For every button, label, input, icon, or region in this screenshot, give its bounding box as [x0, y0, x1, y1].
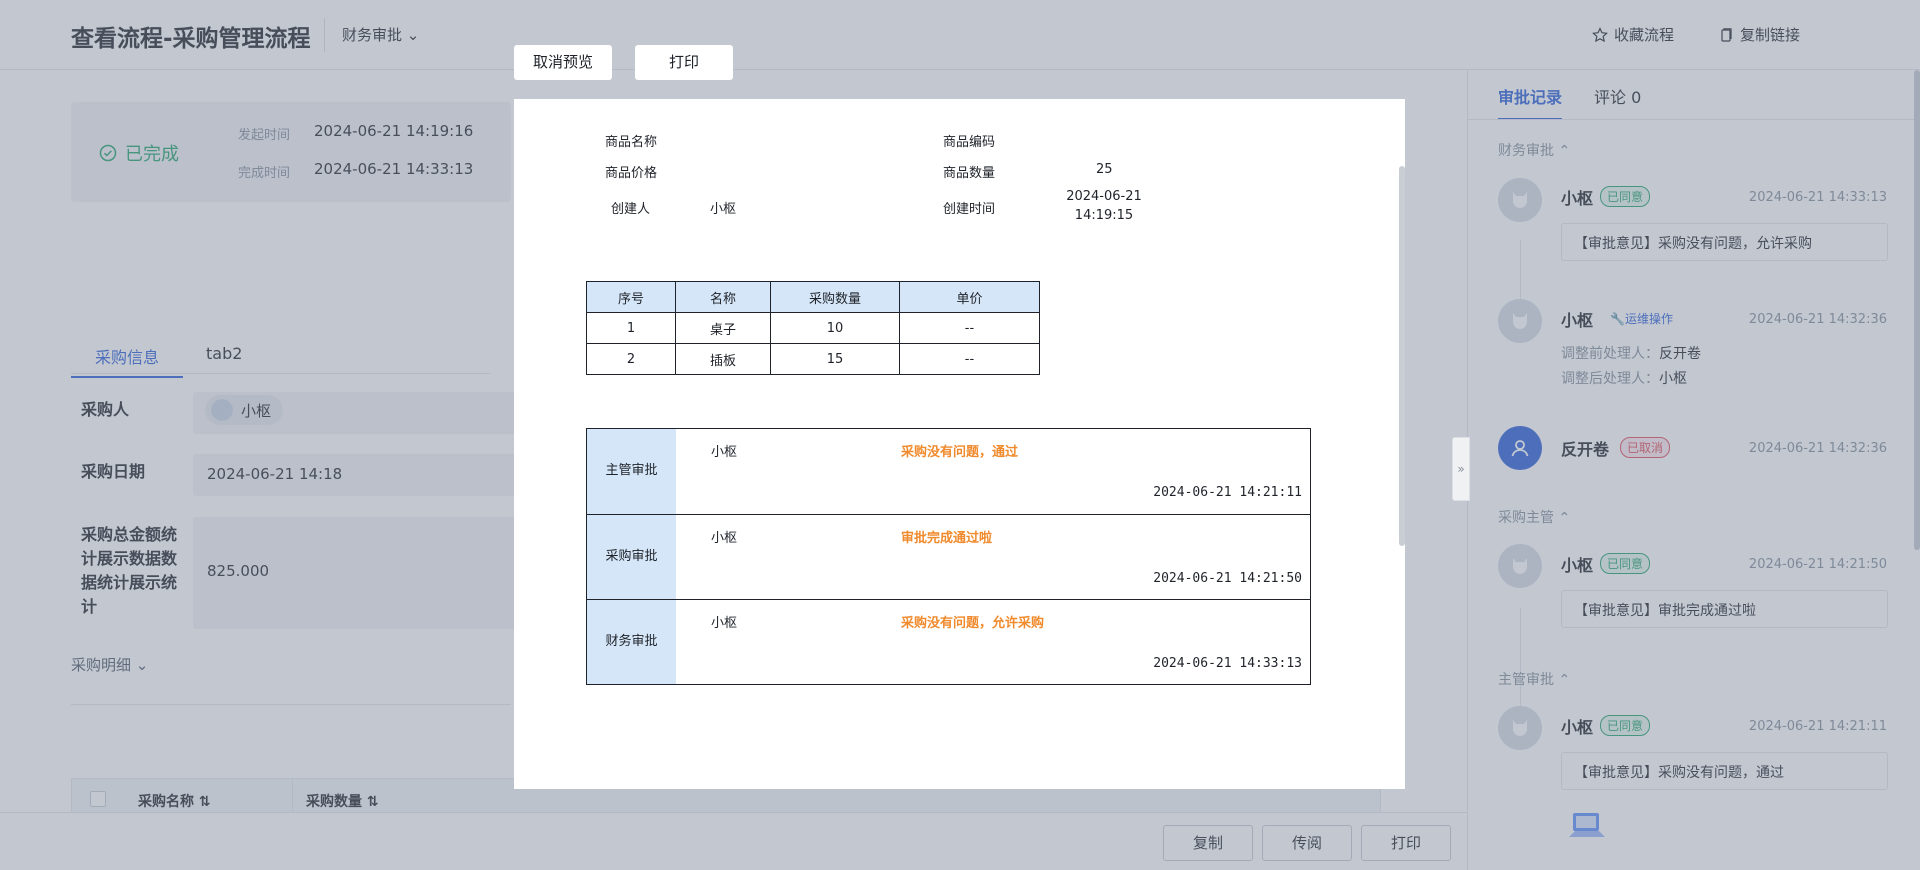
table-cell: -- — [899, 312, 1040, 344]
approval-opinion: 采购没有问题，通过 — [901, 445, 1019, 460]
approval-opinion: 审批完成通过啦 — [901, 531, 993, 546]
approval-node: 财务审批 — [587, 600, 676, 684]
column-header: 单价 — [899, 281, 1040, 313]
table-cell: 插板 — [675, 343, 771, 375]
product-code-label: 商品编码 — [943, 135, 996, 150]
table-row: 1 桌子 10 -- — [586, 312, 1040, 344]
approval-row: 财务审批 小枢 采购没有问题，允许采购 2024-06-21 14:33:13 — [587, 599, 1310, 684]
created-time-label: 创建时间 — [943, 202, 996, 217]
creator-value: 小枢 — [710, 202, 737, 217]
created-date-value: 2024-06-21 — [1066, 189, 1142, 204]
print-preview-page: 商品名称 商品编码 商品价格 商品数量 25 创建人 小枢 创建时间 2024-… — [514, 99, 1405, 789]
approval-person: 小枢 — [711, 531, 738, 546]
approval-node: 主管审批 — [587, 429, 676, 514]
column-header: 名称 — [675, 281, 771, 313]
product-price-label: 商品价格 — [605, 166, 658, 181]
table-cell: 15 — [770, 343, 900, 375]
table-cell: 1 — [586, 312, 676, 344]
collapse-panel-button[interactable]: » — [1452, 437, 1470, 501]
table-cell: 桌子 — [675, 312, 771, 344]
product-name-label: 商品名称 — [605, 135, 658, 150]
column-header: 采购数量 — [770, 281, 900, 313]
approval-node: 采购审批 — [587, 515, 676, 599]
table-row: 2 插板 15 -- — [586, 343, 1040, 375]
approval-person: 小枢 — [711, 616, 738, 631]
column-header: 序号 — [586, 281, 676, 313]
cancel-preview-button[interactable]: 取消预览 — [514, 45, 612, 80]
double-chevron-right-icon: » — [1457, 462, 1465, 476]
approval-time: 2024-06-21 14:33:13 — [1153, 656, 1302, 671]
approval-person: 小枢 — [711, 445, 738, 460]
product-qty-label: 商品数量 — [943, 166, 996, 181]
approval-time: 2024-06-21 14:21:50 — [1153, 571, 1302, 586]
table-cell: 2 — [586, 343, 676, 375]
approval-time: 2024-06-21 14:21:11 — [1153, 485, 1302, 500]
approval-row: 主管审批 小枢 采购没有问题，通过 2024-06-21 14:21:11 — [587, 429, 1310, 514]
approval-opinion: 采购没有问题，允许采购 — [901, 616, 1045, 631]
items-table: 序号 名称 采购数量 单价 1 桌子 10 -- 2 插板 15 -- — [586, 281, 1040, 375]
created-time-value: 14:19:15 — [1074, 208, 1134, 223]
product-qty-value: 25 — [1096, 162, 1113, 177]
table-cell: -- — [899, 343, 1040, 375]
table-cell: 10 — [770, 312, 900, 344]
preview-print-button[interactable]: 打印 — [635, 45, 733, 80]
print-preview-overlay: 取消预览 打印 商品名称 商品编码 商品价格 商品数量 25 创建人 小枢 创建… — [0, 0, 1920, 870]
preview-scrollbar[interactable] — [1399, 166, 1405, 546]
approval-row: 采购审批 小枢 审批完成通过啦 2024-06-21 14:21:50 — [587, 514, 1310, 599]
creator-label: 创建人 — [611, 202, 651, 217]
approval-table: 主管审批 小枢 采购没有问题，通过 2024-06-21 14:21:11 采购… — [586, 428, 1311, 685]
